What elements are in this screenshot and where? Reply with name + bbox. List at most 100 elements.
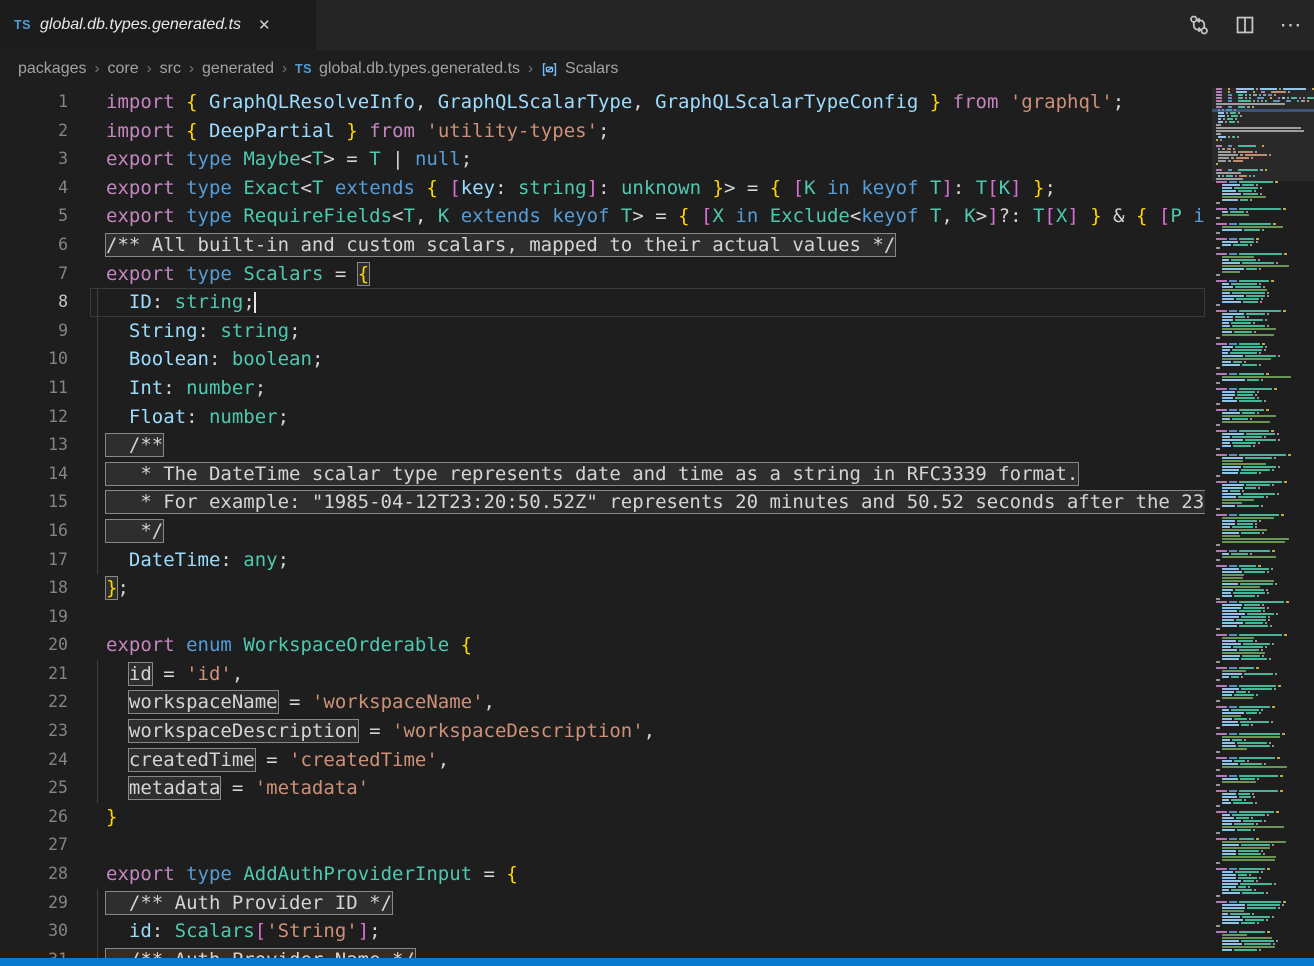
code-line-22[interactable]: workspaceName = 'workspaceName', [90, 688, 1205, 717]
code-line-4[interactable]: export type Exact<T extends { [key: stri… [90, 174, 1205, 203]
code-token: K [964, 205, 975, 227]
code-line-26[interactable]: } [90, 803, 1205, 832]
tab-global-db-types-generated[interactable]: TS global.db.types.generated.ts ✕ [0, 0, 316, 50]
code-line-3[interactable]: export type Maybe<T> = T | null; [90, 145, 1205, 174]
line-number[interactable]: 12 [0, 403, 90, 432]
code-line-5[interactable]: export type RequireFields<T, K extends k… [90, 202, 1205, 231]
code-line-24[interactable]: createdTime = 'createdTime', [90, 746, 1205, 775]
code-line-29[interactable]: /** Auth Provider ID */ [90, 889, 1205, 918]
code-line-13[interactable]: /** [90, 431, 1205, 460]
code-token: T [312, 148, 323, 170]
minimap[interactable] [1212, 88, 1314, 966]
code-line-28[interactable]: export type AddAuthProviderInput = { [90, 860, 1205, 889]
minimap-row [1212, 307, 1314, 309]
line-number[interactable]: 26 [0, 803, 90, 832]
code-line-19[interactable] [90, 603, 1205, 632]
code-line-16[interactable]: */ [90, 517, 1205, 546]
breadcrumb-core[interactable]: core [108, 60, 139, 78]
code-token: < [850, 205, 861, 227]
code-token: boolean [232, 348, 312, 370]
line-number[interactable]: 11 [0, 374, 90, 403]
code-line-25[interactable]: metadata = 'metadata' [90, 774, 1205, 803]
line-number[interactable]: 8 [0, 288, 90, 317]
line-number[interactable]: 1 [0, 88, 90, 117]
minimap-row [1212, 277, 1314, 279]
breadcrumb-src[interactable]: src [160, 60, 181, 78]
code-line-9[interactable]: String: string; [90, 317, 1205, 346]
code-line-18[interactable]: }; [90, 574, 1205, 603]
code-line-30[interactable]: id: Scalars['String']; [90, 917, 1205, 946]
line-number[interactable]: 21 [0, 660, 90, 689]
line-number[interactable]: 23 [0, 717, 90, 746]
code-line-20[interactable]: export enum WorkspaceOrderable { [90, 631, 1205, 660]
line-number[interactable]: 10 [0, 345, 90, 374]
line-number[interactable]: 28 [0, 860, 90, 889]
minimap-row [1212, 250, 1314, 252]
code-line-1[interactable]: import { GraphQLResolveInfo, GraphQLScal… [90, 88, 1205, 117]
line-number[interactable]: 29 [0, 889, 90, 918]
minimap-row [1212, 655, 1314, 657]
code-lines[interactable]: import { GraphQLResolveInfo, GraphQLScal… [90, 88, 1205, 966]
line-number[interactable]: 3 [0, 145, 90, 174]
code-line-12[interactable]: Float: number; [90, 403, 1205, 432]
code-line-11[interactable]: Int: number; [90, 374, 1205, 403]
line-number[interactable]: 14 [0, 460, 90, 489]
breadcrumb-generated[interactable]: generated [202, 60, 274, 78]
code-line-2[interactable]: import { DeepPartial } from 'utility-typ… [90, 117, 1205, 146]
minimap-row [1212, 157, 1314, 159]
line-number[interactable]: 18 [0, 574, 90, 603]
line-number[interactable]: 17 [0, 546, 90, 575]
line-number[interactable]: 4 [0, 174, 90, 203]
close-tab-icon[interactable]: ✕ [258, 16, 271, 34]
line-number[interactable]: 5 [0, 202, 90, 231]
code-token: { [426, 177, 437, 199]
line-number[interactable]: 22 [0, 688, 90, 717]
line-number[interactable]: 9 [0, 317, 90, 346]
code-line-23[interactable]: workspaceDescription = 'workspaceDescrip… [90, 717, 1205, 746]
breadcrumb-file[interactable]: TS global.db.types.generated.ts [295, 60, 520, 78]
code-token: Scalars [175, 920, 255, 942]
code-line-14[interactable]: * The DateTime scalar type represents da… [90, 460, 1205, 489]
code-line-21[interactable]: id = 'id', [90, 660, 1205, 689]
line-number[interactable]: 20 [0, 631, 90, 660]
line-number[interactable]: 16 [0, 517, 90, 546]
line-number[interactable]: 15 [0, 488, 90, 517]
open-changes-icon[interactable] [1188, 14, 1210, 36]
line-number[interactable]: 13 [0, 431, 90, 460]
line-number[interactable]: 7 [0, 260, 90, 289]
line-number[interactable]: 27 [0, 831, 90, 860]
breadcrumb-packages[interactable]: packages [18, 60, 87, 78]
minimap-row [1212, 724, 1314, 726]
minimap-row [1212, 817, 1314, 819]
minimap-row [1212, 403, 1314, 405]
minimap-row [1212, 760, 1314, 762]
minimap-row [1212, 688, 1314, 690]
code-line-15[interactable]: * For example: "1985-04-12T23:20:50.52Z"… [90, 488, 1205, 517]
line-number[interactable]: 24 [0, 746, 90, 775]
more-actions-icon[interactable]: ⋯ [1280, 14, 1302, 36]
minimap-row [1212, 373, 1314, 375]
status-bar[interactable] [0, 958, 1314, 966]
minimap-row [1212, 427, 1314, 429]
breadcrumb-file-name: global.db.types.generated.ts [319, 60, 520, 78]
code-line-8[interactable]: ID: string; [90, 288, 1205, 317]
minimap-row [1212, 634, 1314, 636]
line-number-gutter[interactable]: 1234567891011121314151617181920212223242… [0, 88, 90, 966]
line-number[interactable]: 6 [0, 231, 90, 260]
line-number[interactable]: 19 [0, 603, 90, 632]
code-line-7[interactable]: export type Scalars = { [90, 260, 1205, 289]
line-number[interactable]: 30 [0, 917, 90, 946]
code-line-27[interactable] [90, 831, 1205, 860]
split-editor-icon[interactable] [1234, 14, 1256, 36]
code-editor[interactable]: 1234567891011121314151617181920212223242… [0, 88, 1314, 966]
minimap-row [1212, 133, 1314, 135]
code-line-17[interactable]: DateTime: any; [90, 546, 1205, 575]
breadcrumb-symbol-scalars[interactable]: Scalars [541, 60, 618, 78]
minimap-row [1212, 814, 1314, 816]
code-token [1079, 205, 1090, 227]
code-line-10[interactable]: Boolean: boolean; [90, 345, 1205, 374]
line-number[interactable]: 25 [0, 774, 90, 803]
typescript-file-icon: TS [295, 62, 312, 76]
code-line-6[interactable]: /** All built-in and custom scalars, map… [90, 231, 1205, 260]
line-number[interactable]: 2 [0, 117, 90, 146]
